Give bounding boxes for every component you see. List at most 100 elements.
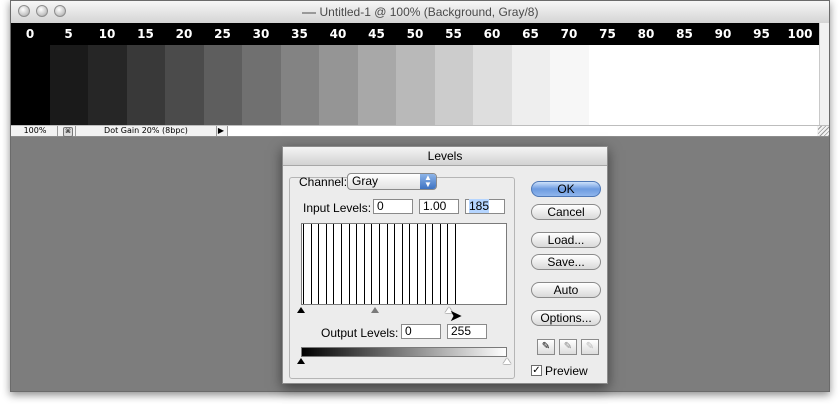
scale-label: 90: [714, 27, 732, 41]
scale-label: 15: [137, 27, 154, 41]
status-icon[interactable]: ⌘: [63, 127, 73, 137]
histogram-bar: [394, 224, 396, 304]
gray-swatch: [473, 45, 513, 125]
gray-swatch: [781, 45, 821, 125]
gray-swatch: [511, 45, 551, 125]
gray-swatch: [242, 45, 282, 125]
gray-swatch: [357, 45, 397, 125]
document-info: Dot Gain 20% (8bpc): [75, 126, 217, 136]
histogram: [301, 223, 507, 305]
scale-label: 80: [637, 27, 655, 41]
status-bar: 100% ⌘ Dot Gain 20% (8bpc) ▶: [11, 125, 829, 137]
scale-label: 85: [676, 27, 693, 41]
gray-swatch: [280, 45, 320, 125]
scale-label: 70: [560, 27, 578, 41]
input-black-field[interactable]: 0: [373, 199, 413, 214]
cancel-button[interactable]: Cancel: [531, 204, 601, 220]
channel-select[interactable]: Gray ▲ ▼: [347, 173, 437, 190]
output-slider-track[interactable]: [297, 357, 511, 365]
resize-grip-icon[interactable]: [818, 126, 829, 136]
scale-label: 20: [175, 27, 193, 41]
image-canvas[interactable]: 0 5 10 15 20 25 30 35 40 45 50 55 60 65 70 75 80 85 90 95 10…: [11, 23, 821, 125]
gray-swatch: [11, 45, 51, 125]
gray-swatch: [434, 45, 474, 125]
gray-swatch: [627, 45, 667, 125]
histogram-bar: [341, 224, 342, 304]
scale-label: 95: [753, 27, 770, 41]
input-gamma-slider-handle[interactable]: [371, 307, 379, 313]
gray-swatch: [126, 45, 166, 125]
input-slider-track[interactable]: [297, 306, 507, 314]
output-white-slider-handle[interactable]: [503, 358, 511, 364]
input-black-slider-handle[interactable]: [297, 307, 305, 313]
ok-button[interactable]: OK: [531, 181, 601, 197]
auto-button[interactable]: Auto: [531, 282, 601, 298]
gray-swatch: [88, 45, 128, 125]
status-menu-arrow-icon[interactable]: ▶: [217, 126, 225, 136]
histogram-bar: [379, 224, 380, 304]
input-levels-label: Input Levels:: [303, 201, 372, 215]
histogram-bar: [348, 224, 350, 304]
zoom-level-field[interactable]: 100%: [13, 126, 58, 136]
gray-swatch: [396, 45, 436, 125]
scale-label: 65: [522, 27, 539, 41]
gray-eyedropper-icon[interactable]: ✎: [559, 339, 577, 355]
histogram-bar: [417, 224, 418, 304]
scale-label: 50: [406, 27, 424, 41]
output-black-field[interactable]: 0: [401, 324, 441, 339]
histogram-bar: [303, 224, 304, 304]
histogram-bar: [333, 224, 335, 304]
histogram-bar: [371, 224, 373, 304]
scale-label: 60: [483, 27, 501, 41]
black-eyedropper-icon[interactable]: ✎: [537, 339, 555, 355]
vertical-scrollbar[interactable]: [819, 23, 829, 125]
options-button[interactable]: Options...: [531, 310, 601, 326]
output-levels-label: Output Levels:: [321, 326, 399, 340]
histogram-bar: [325, 224, 327, 304]
histogram-bar: [318, 224, 320, 304]
white-eyedropper-icon[interactable]: ✎: [581, 339, 599, 355]
input-gamma-field[interactable]: 1.00: [419, 199, 459, 214]
checkmark-icon: ✓: [532, 365, 541, 376]
horizontal-scrollbar[interactable]: [227, 126, 817, 136]
input-white-field[interactable]: 185: [465, 199, 505, 214]
histogram-bar: [356, 224, 358, 304]
gray-swatch: [665, 45, 705, 125]
grayscale-percent-scale: 0 5 10 15 20 25 30 35 40 45 50 55 60 65 70 75 80 85 90 95 10…: [11, 23, 819, 45]
gray-swatch: [704, 45, 744, 125]
save-button[interactable]: Save...: [531, 254, 601, 270]
histogram-bar: [432, 224, 434, 304]
input-white-value: 185: [469, 199, 490, 213]
gray-swatch: [588, 45, 628, 125]
preview-checkbox[interactable]: ✓: [531, 365, 542, 376]
load-button[interactable]: Load...: [531, 232, 601, 248]
histogram-bar: [363, 224, 365, 304]
gray-swatch: [550, 45, 590, 125]
scale-label: 5: [64, 27, 73, 41]
scale-label: 100: [787, 27, 813, 41]
levels-dialog: Levels Channel: Gray ▲ ▼ Input Levels: 0 …: [282, 146, 608, 384]
output-black-slider-handle[interactable]: [297, 358, 305, 364]
scale-label: 55: [445, 27, 462, 41]
histogram-bar: [310, 224, 312, 304]
dialog-titlebar[interactable]: Levels: [283, 147, 607, 166]
window-title: Untitled-1 @ 100% (Background, Gray/8): [11, 5, 829, 19]
window-titlebar[interactable]: Untitled-1 @ 100% (Background, Gray/8): [11, 1, 829, 24]
channel-label: Channel:: [299, 175, 348, 189]
gray-swatch: [319, 45, 359, 125]
mouse-pointer-icon: ➤: [449, 306, 463, 325]
dialog-title: Levels: [427, 149, 463, 163]
histogram-bar: [424, 224, 426, 304]
channel-select-value: Gray: [352, 174, 379, 188]
scale-label: 35: [291, 27, 308, 41]
gray-swatch: [742, 45, 782, 125]
histogram-bar: [401, 224, 403, 304]
document-proxy-icon[interactable]: [301, 11, 316, 14]
output-white-field[interactable]: 255: [447, 324, 487, 339]
preview-label: Preview: [545, 364, 588, 378]
window-title-text: Untitled-1 @ 100% (Background, Gray/8): [319, 5, 539, 19]
histogram-bar: [386, 224, 388, 304]
scale-label: 10: [98, 27, 116, 41]
updown-arrows-icon: ▲ ▼: [420, 174, 436, 189]
histogram-bar: [409, 224, 411, 304]
